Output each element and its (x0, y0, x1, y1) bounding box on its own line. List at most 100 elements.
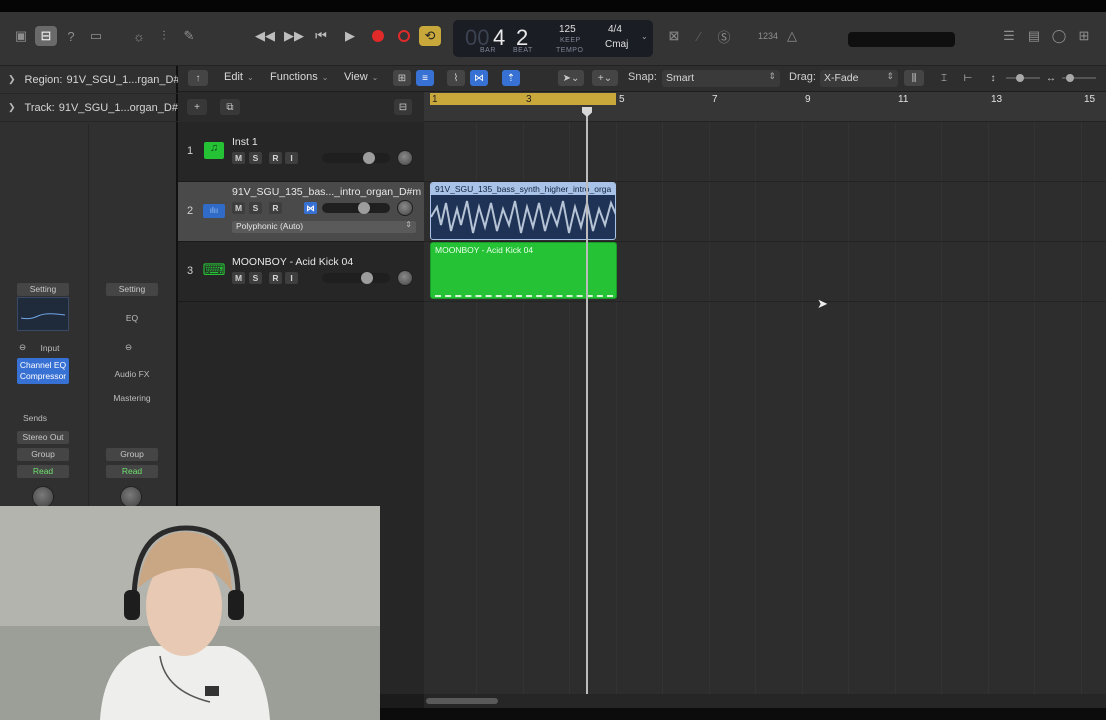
track-row-3[interactable]: 3 ⌨ MOONBOY - Acid Kick 04 M S R I (178, 242, 424, 302)
pencil-tool-icon[interactable]: +⌄ (592, 70, 618, 86)
pointer-tool-icon[interactable]: ➤⌄ (558, 70, 584, 86)
solo-icon[interactable]: Ⓢ (713, 26, 735, 46)
playhead[interactable] (586, 110, 588, 694)
track-name[interactable]: 91V_SGU_135_bas..._intro_organ_D#m (232, 186, 421, 198)
automation-icon[interactable]: ⌇ (447, 70, 465, 86)
strip2-automation-button[interactable]: Read (106, 465, 158, 478)
notepad-icon[interactable]: ▤ (1023, 26, 1045, 46)
up-arrow-icon[interactable]: ↑ (188, 70, 208, 86)
slider-thumb[interactable] (1066, 74, 1074, 82)
input-link-icon[interactable]: ⊖ (19, 342, 26, 353)
folder-icon[interactable]: ⊟ (394, 99, 412, 115)
functions-menu[interactable]: Functions ⌄ (270, 71, 328, 83)
horizontal-zoom-slider[interactable] (1062, 74, 1096, 82)
loop-browser-icon[interactable]: ◯ (1048, 26, 1070, 46)
solo-button[interactable]: S (249, 272, 262, 284)
lcd-signature[interactable]: 4/4 (608, 24, 622, 35)
strip2-pan-knob[interactable] (120, 486, 142, 508)
count-in-icon[interactable]: 1234 (755, 26, 781, 46)
edit-menu[interactable]: Edit ⌄ (224, 71, 254, 83)
pan-knob[interactable] (397, 270, 413, 286)
vertical-zoom-slider[interactable] (1006, 74, 1040, 82)
strip1-pan-knob[interactable] (32, 486, 54, 508)
scrollbar-thumb[interactable] (426, 698, 498, 704)
disclosure-arrow-icon[interactable]: ❯ (8, 74, 16, 85)
strip1-audio-fx-slots[interactable]: Channel EQ Compressor (17, 358, 69, 384)
mixer-icon[interactable]: ⫶ (153, 26, 175, 46)
flex-toggle-icon[interactable]: ⋈ (304, 202, 317, 214)
lcd-chevron-down-icon[interactable]: ⌄ (641, 32, 648, 41)
volume-fader[interactable] (322, 152, 390, 164)
replace-icon[interactable]: ⊠ (663, 26, 685, 46)
tuner-icon[interactable]: ⁄ (688, 26, 710, 46)
strip2-link-icon[interactable]: ⊖ (125, 342, 132, 353)
mute-button[interactable]: M (232, 202, 245, 214)
rewind-icon[interactable]: ◀◀ (254, 26, 276, 46)
snap-dropdown[interactable]: Smart ⇕ (662, 70, 780, 87)
editors-icon[interactable]: ✎ (178, 26, 200, 46)
disclosure-arrow-icon[interactable]: ❯ (8, 102, 16, 113)
strip2-mastering-label[interactable]: Mastering (106, 393, 158, 403)
slider-thumb[interactable] (1016, 74, 1024, 82)
volume-fader[interactable] (322, 272, 390, 284)
horizontal-zoom-arrows-icon[interactable]: ↔ (1044, 70, 1058, 86)
track-name[interactable]: MOONBOY - Acid Kick 04 (232, 256, 353, 268)
browser-icon[interactable]: ⊞ (1073, 26, 1095, 46)
track-name[interactable]: Inst 1 (232, 136, 258, 148)
duplicate-track-icon[interactable]: ⧉ (220, 99, 240, 115)
lcd-key[interactable]: Cmaj (605, 39, 628, 50)
plugin-compressor[interactable]: Compressor (17, 371, 69, 381)
strip2-group-button[interactable]: Group (106, 448, 158, 461)
list-editors-icon[interactable]: ☰ (998, 26, 1020, 46)
strip2-audio-fx-label[interactable]: Audio FX (106, 369, 158, 379)
strip2-eq-label[interactable]: EQ (106, 313, 158, 323)
track-row-2[interactable]: 2 ılıı 91V_SGU_135_bas..._intro_organ_D#… (178, 182, 424, 242)
fader-thumb[interactable] (358, 202, 370, 214)
metronome-icon[interactable]: △ (781, 26, 803, 46)
inspector-region-row[interactable]: ❯ Region: 91V_SGU_1...rgan_D#m (0, 66, 189, 94)
record-enable-button[interactable]: R (269, 272, 282, 284)
pan-knob[interactable] (397, 150, 413, 166)
strip1-input-label[interactable]: Input (37, 343, 63, 353)
strip1-group-button[interactable]: Group (17, 448, 69, 461)
midi-region[interactable]: MOONBOY - Acid Kick 04 (430, 242, 617, 299)
record-enable-button[interactable]: R (269, 202, 282, 214)
catch-icon[interactable]: ⇡ (502, 70, 520, 86)
vertical-zoom-icon[interactable]: ⌶ (936, 70, 952, 86)
lcd-display[interactable]: 00 4 2 BAR BEAT 125 KEEP TEMPO 4/4 Cmaj … (453, 20, 653, 57)
record-enable-button[interactable]: R (269, 152, 282, 164)
add-track-icon[interactable]: + (187, 99, 207, 115)
input-monitor-button[interactable]: I (285, 272, 298, 284)
flex-icon[interactable]: ⋈ (470, 70, 488, 86)
strip1-automation-button[interactable]: Read (17, 465, 69, 478)
fast-forward-icon[interactable]: ▶▶ (283, 26, 305, 46)
horizontal-zoom-icon[interactable]: ⊢ (960, 70, 976, 86)
strip2-setting-button[interactable]: Setting (106, 283, 158, 296)
lcd-tempo[interactable]: 125 (559, 24, 576, 35)
toolbar-search-pill[interactable] (848, 32, 955, 47)
solo-button[interactable]: S (249, 202, 262, 214)
play-icon[interactable]: ▶ (339, 26, 361, 46)
strip1-output-button[interactable]: Stereo Out (17, 431, 69, 444)
inspector-track-row[interactable]: ❯ Track: 91V_SGU_1...organ_D#m (0, 94, 187, 122)
capture-recording-icon[interactable] (393, 26, 415, 46)
vertical-zoom-arrows-icon[interactable]: ↕ (986, 70, 1000, 86)
solo-button[interactable]: S (249, 152, 262, 164)
flex-mode-dropdown[interactable]: Polyphonic (Auto) ⇕ (232, 220, 416, 233)
track-row-1[interactable]: 1 ♫ Inst 1 M S R I (178, 122, 424, 182)
view-menu[interactable]: View ⌄ (344, 71, 378, 83)
cycle-icon[interactable]: ⟲ (419, 26, 441, 46)
go-to-beginning-icon[interactable]: ⏮ (310, 26, 332, 46)
quick-help-icon[interactable]: ? (60, 26, 82, 46)
cycle-region[interactable] (430, 93, 616, 105)
horizontal-scrollbar[interactable] (424, 694, 1106, 708)
inspector-toggle-icon[interactable]: ⊟ (35, 26, 57, 46)
input-monitor-button[interactable]: I (285, 152, 298, 164)
audio-region[interactable]: 91V_SGU_135_bass_synth_higher_intro_orga (430, 182, 616, 240)
library-icon[interactable]: ▣ (10, 26, 32, 46)
fader-thumb[interactable] (363, 152, 375, 164)
strip1-setting-button[interactable]: Setting (17, 283, 69, 296)
mute-button[interactable]: M (232, 152, 245, 164)
list-view-icon[interactable]: ≡ (416, 70, 434, 86)
mute-button[interactable]: M (232, 272, 245, 284)
